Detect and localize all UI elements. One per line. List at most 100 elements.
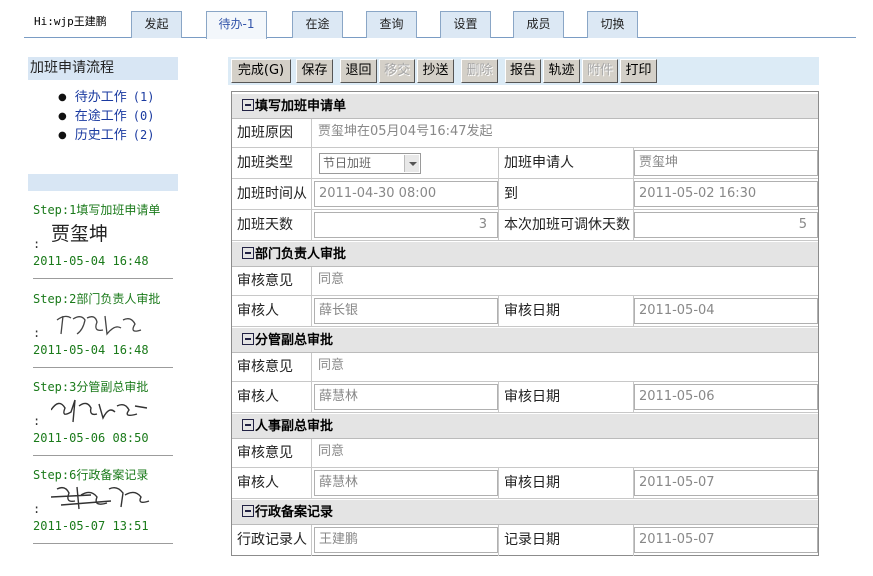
tab-initiate[interactable]: 发起: [131, 11, 182, 38]
opinion-label: 审核意见: [232, 439, 312, 468]
attachment-button[interactable]: 附件: [582, 59, 618, 83]
signature-image: [51, 399, 148, 423]
signature-image: [56, 315, 142, 336]
section-title: 人事副总审批: [255, 419, 334, 434]
review-date-label: 审核日期: [498, 468, 634, 499]
delete-button[interactable]: 删除: [461, 59, 498, 83]
save-button[interactable]: 保存: [296, 59, 333, 83]
sidebar-item-in-transit[interactable]: ● 在途工作 (0): [58, 107, 178, 126]
reviewer-label: 审核人: [232, 468, 312, 499]
section-header-application[interactable]: 填写加班申请单: [232, 94, 818, 119]
reviewer-label: 审核人: [232, 296, 312, 327]
separator-line: [33, 455, 173, 456]
item-label: 历史工作: [74, 128, 127, 143]
time-from-field[interactable]: 2011-04-30 08:00: [314, 181, 498, 207]
bullet-icon: ●: [58, 111, 67, 122]
step-1: Step:1填写加班申请单 贾玺坤 : 2011-05-04 16:48: [33, 201, 173, 291]
section-title: 分管副总审批: [255, 333, 334, 348]
cc-button[interactable]: 抄送: [417, 59, 454, 83]
collapse-icon[interactable]: [242, 333, 254, 345]
complete-button[interactable]: 完成(G): [231, 59, 291, 83]
tab-in-transit[interactable]: 在途: [292, 11, 343, 38]
signature-image: 贾玺坤: [51, 223, 109, 245]
applicant-field[interactable]: 贾玺坤: [634, 150, 818, 176]
hr-opinion-field[interactable]: 同意: [314, 440, 818, 466]
rest-days-field[interactable]: 5: [634, 212, 818, 238]
time-to-label: 到: [498, 179, 634, 210]
bullet-icon: ●: [58, 130, 67, 141]
opinion-label: 审核意见: [232, 353, 312, 382]
sidebar-item-todo[interactable]: ● 待办工作 (1): [58, 88, 178, 107]
item-count: (1): [132, 90, 155, 104]
step-title: Step:1填写加班申请单: [33, 203, 161, 217]
reason-field[interactable]: 贾玺坤在05月04号16:47发起: [314, 120, 818, 146]
record-date-label: 记录日期: [498, 525, 634, 556]
separator-line: [33, 278, 173, 279]
tab-todo[interactable]: 待办-1: [206, 11, 267, 39]
dept-reviewer-field[interactable]: 薛长银: [314, 298, 498, 324]
signature-image: [51, 486, 150, 510]
step-time: 2011-05-07 13:51: [33, 519, 149, 533]
hr-reviewer-field[interactable]: 薛慧林: [314, 470, 498, 496]
vp-review-date-field[interactable]: 2011-05-06: [634, 384, 818, 410]
sidebar-divider-bar: [28, 174, 178, 191]
vp-opinion-field[interactable]: 同意: [314, 354, 818, 380]
overtime-type-select[interactable]: 节日加班: [319, 153, 421, 174]
bullet-icon: ●: [58, 92, 67, 103]
step-4: Step:6行政备案记录 : 2011-05-07 13:51: [33, 466, 173, 556]
sidebar: 加班申请流程 ● 待办工作 (1) ● 在途工作 (0) ● 历史工作 (2): [28, 57, 178, 145]
dept-review-date-field[interactable]: 2011-05-04: [634, 298, 818, 324]
section-header-dept-approval[interactable]: 部门负责人审批: [232, 242, 818, 267]
colon-text: :: [33, 502, 41, 516]
days-field[interactable]: 3: [314, 212, 498, 238]
step-time: 2011-05-04 16:48: [33, 254, 149, 268]
tab-members[interactable]: 成员: [513, 11, 564, 38]
record-date-field[interactable]: 2011-05-07: [634, 527, 818, 553]
sidebar-item-history[interactable]: ● 历史工作 (2): [58, 126, 178, 145]
recorder-field[interactable]: 王建鹏: [314, 527, 498, 553]
separator-line: [33, 543, 173, 544]
return-button[interactable]: 退回: [340, 59, 377, 83]
collapse-icon[interactable]: [242, 419, 254, 431]
recorder-label: 行政记录人: [232, 525, 312, 556]
item-label: 在途工作: [74, 109, 127, 124]
track-button[interactable]: 轨迹: [543, 59, 580, 83]
step-time: 2011-05-04 16:48: [33, 343, 149, 357]
print-button[interactable]: 打印: [620, 59, 657, 83]
work-list: ● 待办工作 (1) ● 在途工作 (0) ● 历史工作 (2): [28, 88, 178, 145]
section-header-admin-record[interactable]: 行政备案记录: [232, 500, 818, 525]
dropdown-arrow-icon[interactable]: [404, 155, 419, 172]
time-from-label: 加班时间从: [232, 179, 312, 210]
tab-switch[interactable]: 切换: [587, 11, 638, 38]
step-3: Step:3分管副总审批 : 2011-05-06 08:50: [33, 378, 173, 468]
action-toolbar: 完成(G) 保存 退回 移交 抄送 删除 报告 轨迹 附件 打印: [228, 57, 819, 85]
report-button[interactable]: 报告: [505, 59, 541, 83]
sidebar-title: 加班申请流程: [28, 57, 178, 80]
section-header-vp-approval[interactable]: 分管副总审批: [232, 328, 818, 353]
tab-query[interactable]: 查询: [366, 11, 417, 38]
collapse-icon[interactable]: [242, 99, 254, 111]
transfer-button[interactable]: 移交: [379, 59, 415, 83]
step-time: 2011-05-06 08:50: [33, 431, 149, 445]
collapse-icon[interactable]: [242, 247, 254, 259]
section-header-hr-approval[interactable]: 人事副总审批: [232, 414, 818, 439]
item-count: (2): [132, 128, 155, 142]
tab-settings[interactable]: 设置: [440, 11, 491, 38]
step-title: Step:2部门负责人审批: [33, 292, 161, 306]
review-date-label: 审核日期: [498, 382, 634, 413]
section-title: 填写加班申请单: [255, 99, 347, 114]
reviewer-label: 审核人: [232, 382, 312, 413]
time-to-field[interactable]: 2011-05-02 16:30: [634, 181, 818, 207]
top-nav-bar: Hi:wjp王建鹏 发起 待办-1 在途 查询 设置 成员 切换: [24, 8, 856, 39]
item-label: 待办工作: [74, 90, 127, 105]
dept-opinion-field[interactable]: 同意: [314, 268, 818, 294]
opinion-label: 审核意见: [232, 267, 312, 296]
separator-line: [33, 367, 173, 368]
collapse-icon[interactable]: [242, 505, 254, 517]
rest-days-label: 本次加班可调休天数: [498, 210, 634, 241]
vp-reviewer-field[interactable]: 薛慧林: [314, 384, 498, 410]
section-title: 部门负责人审批: [255, 247, 347, 262]
hr-review-date-field[interactable]: 2011-05-07: [634, 470, 818, 496]
colon-text: :: [33, 237, 41, 251]
user-greeting: Hi:wjp王建鹏: [34, 15, 107, 28]
